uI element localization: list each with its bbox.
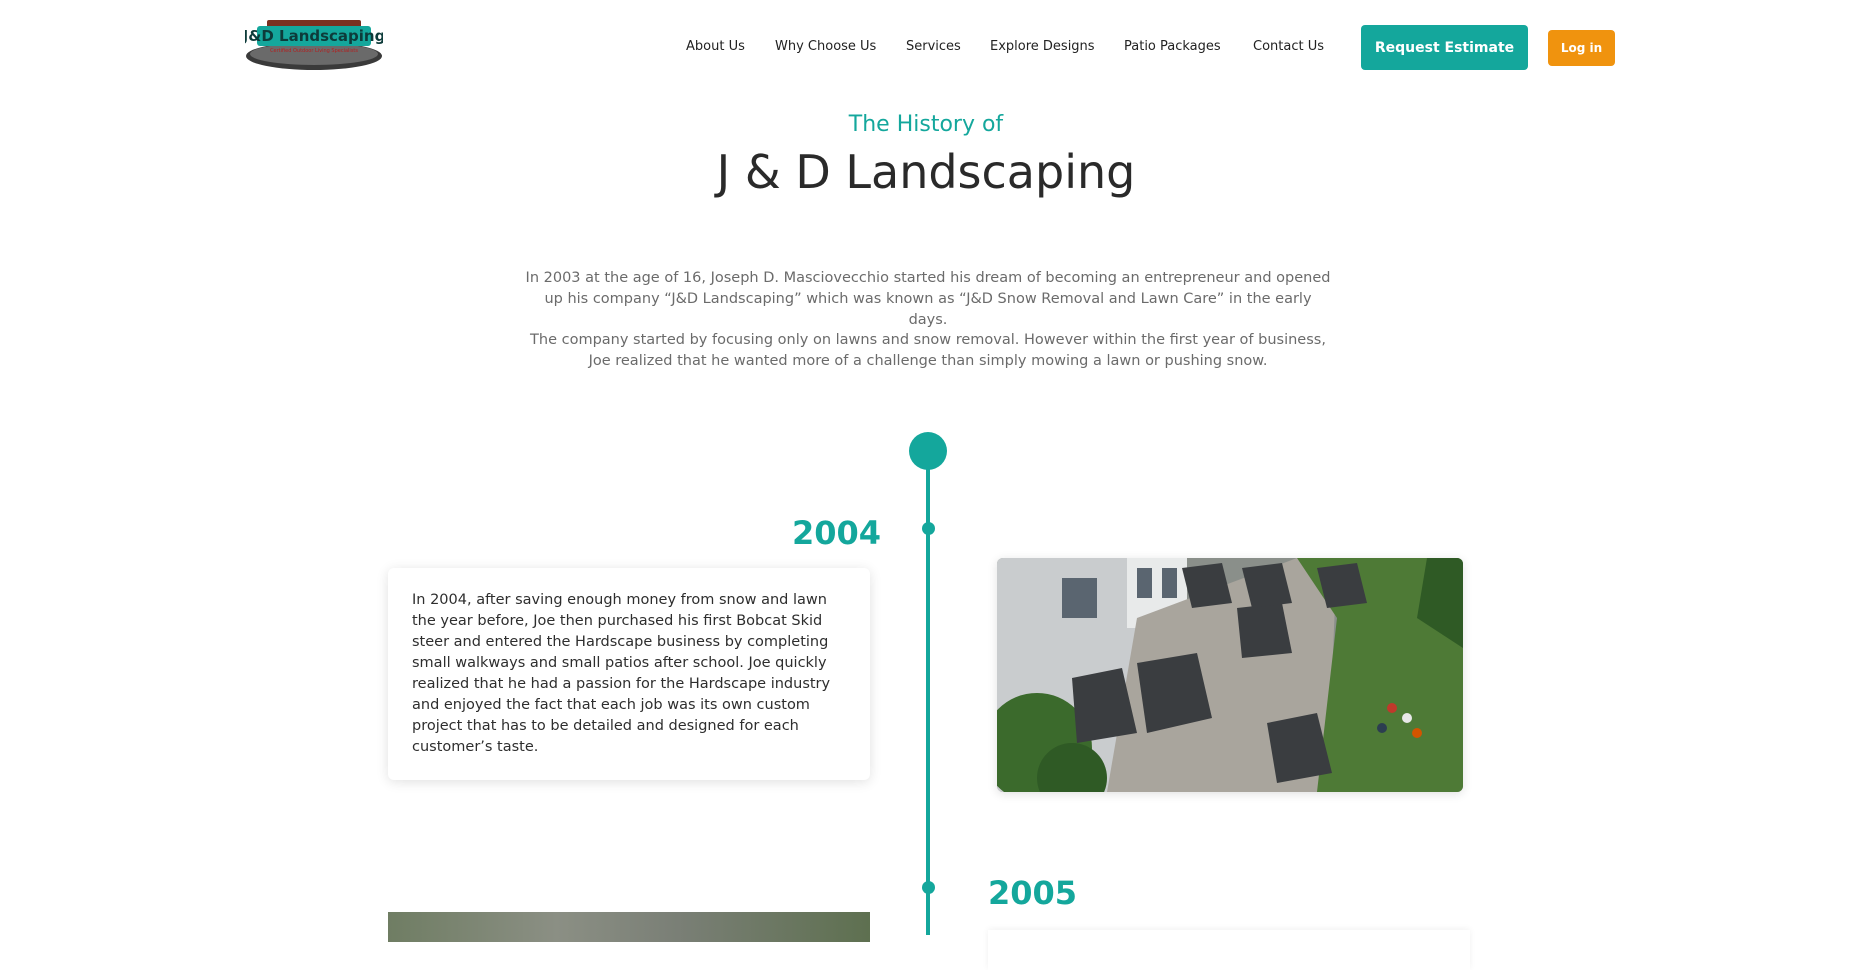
nav-patio-packages[interactable]: Patio Packages [1124,39,1221,54]
logo-image: J&D Landscaping Certified Outdoor Living… [242,20,385,70]
logo-text: J&D Landscaping [245,27,383,45]
page-title: J & D Landscaping [716,145,1136,199]
timeline-card-2005 [988,930,1470,970]
intro-paragraph-2: The company started by focusing only on … [530,332,1326,369]
nav-contact-us[interactable]: Contact Us [1253,39,1324,54]
login-button[interactable]: Log in [1548,30,1615,66]
nav-services[interactable]: Services [906,39,961,54]
timeline-text-2004: In 2004, after saving enough money from … [412,592,831,755]
timeline-year-2005: 2005 [988,874,1078,912]
patio-photo-2004 [997,558,1463,792]
request-estimate-button[interactable]: Request Estimate [1361,25,1528,70]
timeline-year-2004: 2004 [792,514,882,552]
logo-tagline: Certified Outdoor Living Specialists [270,48,358,54]
timeline-card-2004: In 2004, after saving enough money from … [388,568,870,780]
nav-explore-designs[interactable]: Explore Designs [990,39,1095,54]
nav-about-us[interactable]: About Us [686,39,745,54]
timeline-dot-2004 [922,522,935,535]
logo[interactable]: J&D Landscaping Certified Outdoor Living… [242,18,385,70]
patio-photo-2005 [388,912,870,942]
nav-why-choose-us[interactable]: Why Choose Us [775,39,876,54]
timeline-start-dot [909,432,947,470]
timeline-dot-2005 [922,881,935,894]
intro-paragraph-1: In 2003 at the age of 16, Joseph D. Masc… [525,270,1331,328]
page-subtitle: The History of [848,112,1004,137]
